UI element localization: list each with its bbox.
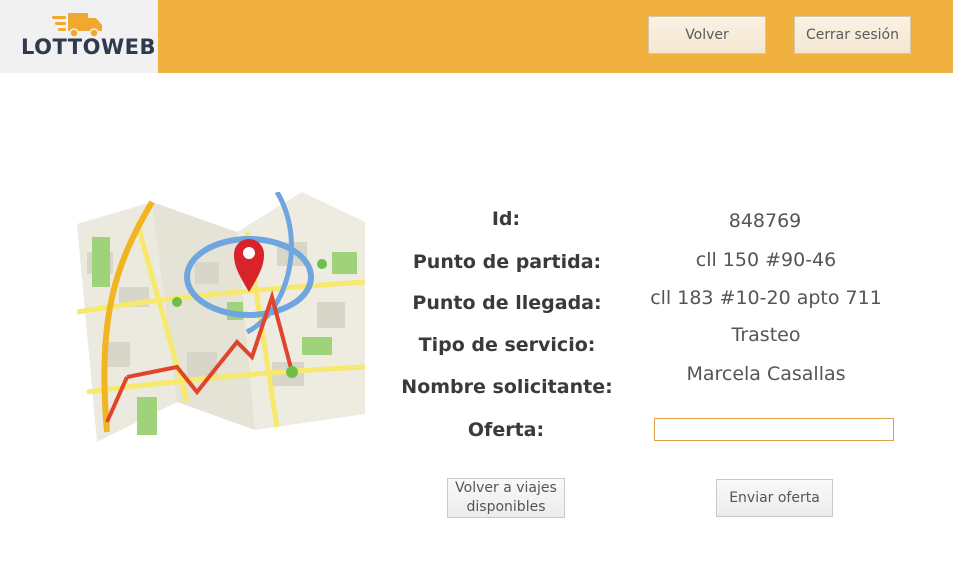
requester-value: Marcela Casallas xyxy=(686,363,846,385)
back-button[interactable]: Volver xyxy=(648,16,766,54)
destination-value: cll 183 #10-20 apto 711 xyxy=(650,287,882,309)
map-illustration xyxy=(77,192,365,442)
offer-input[interactable] xyxy=(654,418,894,441)
logo[interactable]: LOTTOWEB xyxy=(0,0,158,73)
destination-label: Punto de llegada: xyxy=(412,292,602,314)
origin-label: Punto de partida: xyxy=(412,251,602,273)
logo-text: LOTTOWEB xyxy=(21,35,156,59)
send-offer-button[interactable]: Enviar oferta xyxy=(716,479,833,517)
origin-value: cll 150 #90-46 xyxy=(695,249,837,271)
offer-label: Oferta: xyxy=(467,419,545,441)
id-label: Id: xyxy=(491,208,521,230)
top-bar: LOTTOWEB Volver Cerrar sesión xyxy=(0,0,953,73)
logout-button[interactable]: Cerrar sesión xyxy=(794,16,911,54)
id-value: 848769 xyxy=(728,210,802,232)
back-to-trips-button[interactable]: Volver a viajes disponibles xyxy=(447,478,565,518)
service-type-label: Tipo de servicio: xyxy=(418,334,596,356)
service-type-value: Trasteo xyxy=(731,324,801,346)
requester-label: Nombre solicitante: xyxy=(401,376,613,398)
